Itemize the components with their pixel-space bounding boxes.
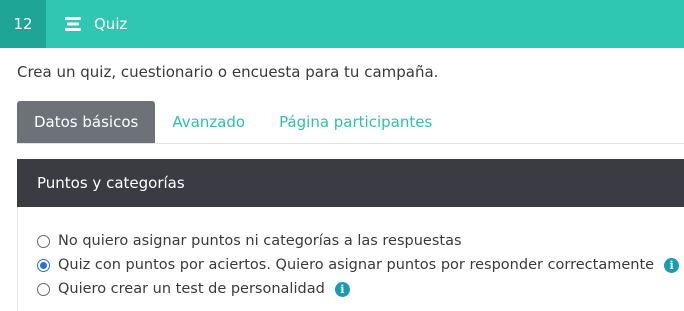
panel-body: No quiero asignar puntos ni categorías a… — [17, 207, 684, 311]
radio-no-points[interactable] — [37, 234, 50, 248]
option-personality-test[interactable]: Quiero crear un test de personalidad i — [37, 277, 679, 301]
option-label: Quiero crear un test de personalidad — [58, 281, 325, 297]
option-quiz-points[interactable]: Quiz con puntos por aciertos. Quiero asi… — [37, 253, 680, 277]
tab-avanzado[interactable]: Avanzado — [155, 101, 262, 143]
top-bar: 12 Quiz — [0, 0, 684, 48]
option-label: Quiz con puntos por aciertos. Quiero asi… — [58, 257, 655, 273]
radio-quiz-points[interactable] — [37, 258, 50, 272]
panel-header: Puntos y categorías — [17, 159, 684, 207]
tab-datos-basicos[interactable]: Datos básicos — [17, 101, 156, 143]
option-label: No quiero asignar puntos ni categorías a… — [58, 233, 462, 249]
page-title: Quiz — [94, 15, 128, 33]
info-icon[interactable]: i — [334, 281, 350, 297]
quiz-list-icon — [64, 15, 82, 33]
option-no-points[interactable]: No quiero asignar puntos ni categorías a… — [37, 229, 679, 253]
radio-personality-test[interactable] — [37, 282, 50, 296]
scoring-options: No quiero asignar puntos ni categorías a… — [37, 229, 680, 301]
tab-bar: Datos básicos Avanzado Página participan… — [17, 101, 684, 144]
step-number-badge: 12 — [0, 0, 46, 48]
info-icon[interactable]: i — [664, 257, 680, 273]
page-description: Crea un quiz, cuestionario o encuesta pa… — [17, 63, 439, 81]
panel-title: Puntos y categorías — [37, 174, 185, 192]
tab-pagina-participantes[interactable]: Página participantes — [262, 101, 449, 143]
